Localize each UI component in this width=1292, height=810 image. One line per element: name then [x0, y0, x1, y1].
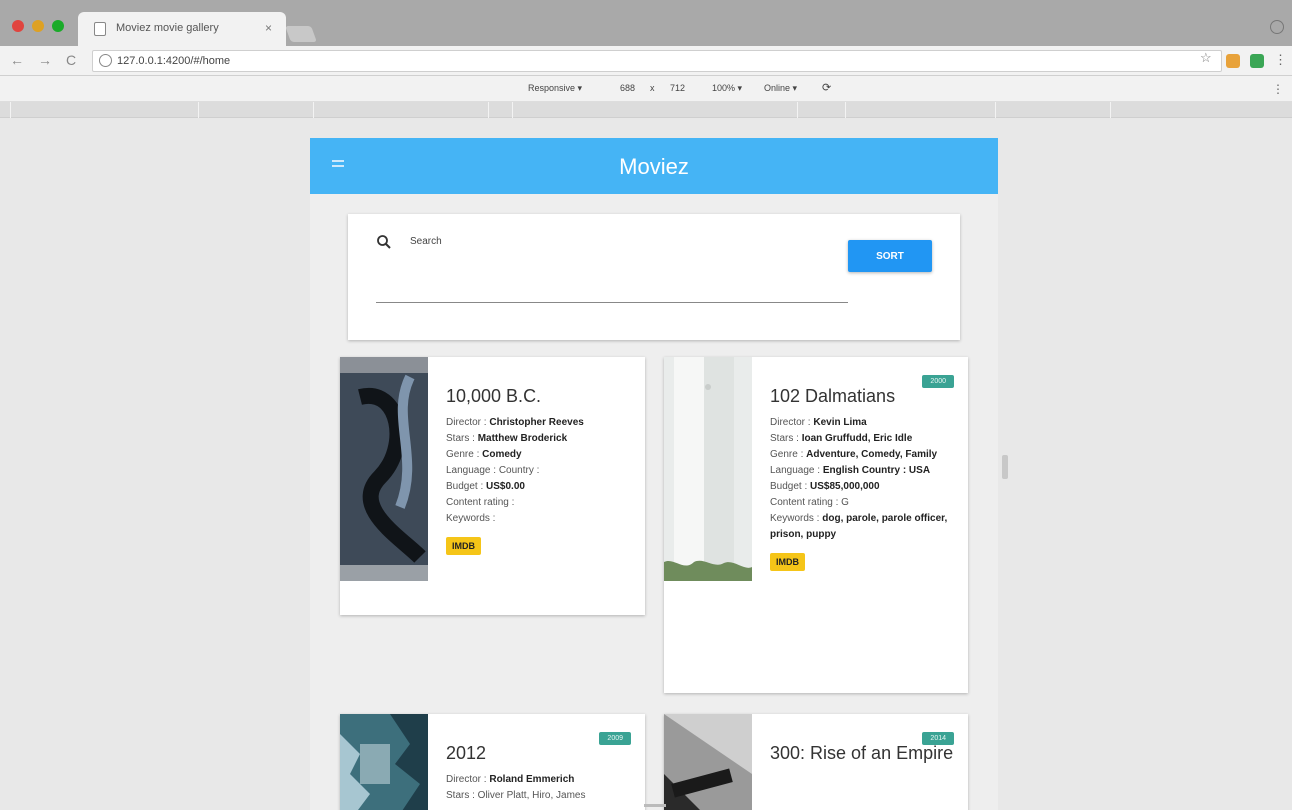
budget-value: US$0.00: [486, 481, 525, 492]
genre-label: Genre :: [770, 449, 807, 460]
movie-poster: [664, 714, 752, 810]
director-value: Christopher Reeves: [489, 417, 584, 428]
app-title: Moviez: [619, 154, 689, 179]
app-viewport: Moviez Search SORT 10,000 B.C. Director …: [310, 138, 998, 810]
device-menu-icon[interactable]: ⋮: [1272, 82, 1284, 96]
director-label: Director :: [770, 417, 814, 428]
viewport-bottom-resize-handle[interactable]: [644, 804, 666, 807]
director-value: Kevin Lima: [813, 417, 867, 428]
maximize-window-button[interactable]: [52, 20, 64, 32]
dimension-separator: x: [650, 83, 655, 93]
search-input[interactable]: Search: [410, 236, 442, 247]
director-label: Director :: [446, 417, 490, 428]
language-label: Language :: [446, 465, 499, 476]
browser-toolbar: ← → C 127.0.0.1:4200/#/home ☆ ⋮: [0, 46, 1292, 76]
forward-icon[interactable]: →: [38, 52, 52, 68]
back-icon[interactable]: ←: [10, 52, 24, 68]
new-tab-button[interactable]: [285, 26, 317, 42]
bookmark-star-icon[interactable]: ☆: [1200, 50, 1212, 66]
budget-label: Budget :: [446, 481, 487, 492]
language-label: Language :: [770, 465, 823, 476]
tab-close-icon[interactable]: ×: [265, 21, 272, 35]
app-bar: Moviez: [310, 138, 998, 194]
rotate-icon[interactable]: ⟳: [822, 81, 831, 94]
movie-card[interactable]: 2009 2012 Director : Roland Emmerich Sta…: [340, 714, 645, 810]
content-rating: Content rating :: [446, 497, 515, 508]
movie-title: 2012: [446, 743, 487, 763]
extension-icon[interactable]: [1226, 54, 1240, 68]
stars-value: Matthew Broderick: [477, 433, 568, 444]
browser-titlebar: Moviez movie gallery ×: [0, 0, 1292, 46]
movie-poster: [340, 357, 428, 581]
director-label: Director :: [446, 774, 490, 785]
content-rating: Content rating : G: [770, 497, 849, 508]
language-value: Country :: [498, 465, 540, 476]
imdb-button[interactable]: IMDB: [770, 553, 805, 571]
keywords: Keywords :: [446, 513, 496, 524]
browser-tab[interactable]: Moviez movie gallery ×: [78, 12, 286, 46]
movie-title: 300: Rise of an Empire: [770, 743, 954, 763]
genre-value: Adventure, Comedy, Family: [806, 449, 938, 460]
address-bar[interactable]: 127.0.0.1:4200/#/home: [92, 50, 1222, 72]
browser-menu-icon[interactable]: ⋮: [1274, 52, 1287, 68]
profile-icon[interactable]: [1270, 20, 1284, 34]
budget-value: US$85,000,000: [810, 481, 880, 492]
keywords-label: Keywords :: [770, 513, 823, 524]
zoom-select[interactable]: 100% ▾: [712, 83, 742, 94]
device-select[interactable]: Responsive ▾: [528, 83, 582, 94]
language-value: English Country : USA: [822, 465, 931, 476]
search-underline: [376, 302, 848, 303]
movie-title: 102 Dalmatians: [770, 386, 896, 406]
genre-value: Comedy: [482, 449, 522, 460]
movie-poster: [340, 714, 428, 810]
movie-title: 10,000 B.C.: [446, 386, 542, 406]
tab-title: Moviez movie gallery: [116, 22, 219, 34]
extension-icon[interactable]: [1250, 54, 1264, 68]
media-query-bar[interactable]: [0, 102, 1292, 118]
stars-label: Stars :: [770, 433, 802, 444]
network-select[interactable]: Online ▾: [764, 83, 797, 94]
movie-card[interactable]: 2000 102 Dalmatians Director : Kevin Lim…: [664, 357, 968, 693]
close-window-button[interactable]: [12, 20, 24, 32]
page-icon: [94, 22, 106, 36]
reload-icon[interactable]: C: [66, 52, 76, 68]
search-card: Search SORT: [348, 214, 960, 340]
stars-value: Ioan Gruffudd, Eric Idle: [801, 433, 913, 444]
director-value: Roland Emmerich: [489, 774, 575, 785]
movie-poster: [664, 357, 752, 581]
stars-line: Stars : Oliver Platt, Hiro, James: [446, 790, 586, 801]
movie-card[interactable]: 10,000 B.C. Director : Christopher Reeve…: [340, 357, 645, 615]
viewport-width-input[interactable]: 688: [620, 83, 635, 93]
viewport-resize-handle[interactable]: [1002, 455, 1008, 479]
viewport-height-input[interactable]: 712: [670, 83, 685, 93]
url-text: 127.0.0.1:4200/#/home: [117, 55, 231, 67]
budget-label: Budget :: [770, 481, 811, 492]
minimize-window-button[interactable]: [32, 20, 44, 32]
stars-label: Stars :: [446, 433, 478, 444]
info-icon[interactable]: [99, 54, 112, 67]
movie-card[interactable]: 2014 300: Rise of an Empire: [664, 714, 968, 810]
imdb-button[interactable]: IMDB: [446, 537, 481, 555]
device-toolbar: Responsive ▾ 688 x 712 100% ▾ Online ▾ ⟳…: [0, 76, 1292, 102]
sort-button[interactable]: SORT: [848, 240, 932, 272]
genre-label: Genre :: [446, 449, 483, 460]
search-icon: [377, 235, 391, 249]
